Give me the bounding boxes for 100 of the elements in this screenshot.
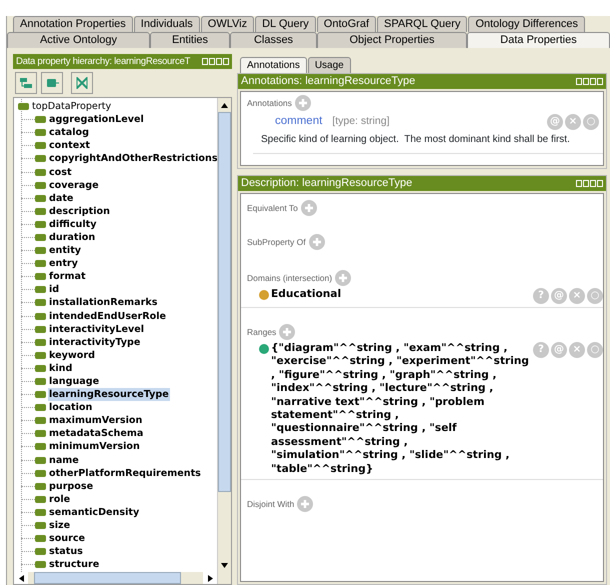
property-icon [35,116,46,124]
property-icon [35,326,46,333]
tree-item[interactable]: otherPlatformRequirements [48,466,202,480]
property-icon [35,129,46,136]
tree-item[interactable]: metadataSchema [48,427,144,440]
property-icon [35,378,46,386]
property-icon [35,299,46,306]
tree-item[interactable]: kind [48,362,74,375]
tree-item[interactable]: size [48,519,72,532]
property-icon [35,194,46,202]
tab[interactable]: Ontology Differences [468,16,585,32]
tree-item[interactable]: format [48,270,87,284]
tab[interactable]: Usage [308,57,351,73]
tree-item[interactable]: coverage [48,178,100,192]
add-sibling-button[interactable] [41,72,63,94]
tab[interactable]: Entities [150,32,230,48]
tree-item[interactable]: description [48,204,111,218]
section-label: Equivalent To [247,202,298,214]
tree-item[interactable]: installationRemarks [48,296,158,310]
tree-item[interactable]: entity [48,244,82,258]
add-button[interactable] [308,234,325,250]
window-controls-icon[interactable] [576,78,603,85]
panel-title: Data property hierarchy: learningResourceT [16,55,190,69]
tree-item[interactable]: source [48,532,86,546]
add-child-icon [19,76,33,90]
tree-item[interactable]: keyword [48,348,96,362]
property-icon [18,103,29,110]
property-icon [35,404,46,412]
property-icon [35,182,46,189]
tree-item[interactable]: structure [48,558,100,572]
tree-item[interactable]: cost [48,166,73,179]
property-link[interactable]: comment [275,113,322,130]
property-icon [35,535,46,542]
tree-item[interactable]: entry [48,257,79,270]
property-icon [35,522,46,530]
tab[interactable]: Active Ontology [7,32,150,48]
section-label: Ranges [247,326,276,338]
window-controls-icon[interactable] [202,58,229,65]
property-icon [35,260,46,268]
tree-item[interactable]: difficulty [48,218,98,231]
delete-icon [75,76,89,90]
tree-item[interactable]: intendedEndUserRole [48,310,168,323]
property-icon [35,496,46,503]
property-icon [35,417,46,424]
tab[interactable]: OntoGraf [316,16,376,32]
tree-item[interactable]: minimumVersion [48,440,141,454]
section-label: Disjoint With [247,498,294,510]
tree-item[interactable]: location [48,401,94,414]
tab[interactable]: Data Properties [467,32,610,48]
add-button[interactable] [297,496,314,512]
annotation-text: Specific kind of learning object. The most dominant kind shall be first. [261,133,571,148]
add-sibling-icon [45,76,59,90]
tree-item[interactable]: role [48,492,72,506]
tab[interactable]: DL Query [255,16,316,32]
add-button[interactable] [279,324,296,340]
property-icon [35,482,46,490]
add-button[interactable] [300,200,317,216]
property-icon [35,443,46,450]
delete-button[interactable] [71,72,93,94]
tree-item[interactable]: purpose [48,480,94,493]
add-button[interactable] [335,270,352,286]
range-text: {"diagram"^^string , "exam"^^string , "exercise"^^string , "experiment"^^string , "figure"^^string , "graph"^^string , "index"^^string , "lecture"^^string , "narrative text"^^string , "problem statement"^^string , "questionnaire"^^string , "self assessment"^^string , "simulation"^^string , "slide"^^string , "table"^^string} [271,342,530,476]
property-icon [35,338,46,346]
tree-item[interactable]: maximumVersion [48,414,144,428]
tree-item[interactable]: name [48,454,80,467]
section-label: SubProperty Of [247,236,306,248]
tree-item[interactable]: language [48,375,100,388]
tab[interactable]: Object Properties [317,32,467,48]
tree-item[interactable]: learningResourceType [48,388,170,402]
tree-item[interactable]: status [48,545,84,558]
tab[interactable]: SPARQL Query [377,16,468,32]
tab[interactable]: Individuals [134,16,200,32]
tree-item[interactable]: semanticDensity [48,506,140,519]
property-icon [35,561,46,568]
property-icon [35,352,46,359]
add-subproperty-button[interactable] [15,72,37,94]
property-icon [35,286,46,294]
window-controls-icon[interactable] [576,180,603,187]
tree-item[interactable]: catalog [48,126,90,140]
tree-item[interactable]: topDataProperty [31,100,112,114]
tab[interactable]: Classes [230,32,317,48]
scrollbar-thumb[interactable] [34,572,181,584]
tree-item[interactable]: copyrightAndOtherRestrictions [48,152,217,166]
add-button[interactable] [294,95,311,111]
tree-item[interactable]: interactivityLevel [48,322,146,336]
property-icon [35,220,46,228]
scrollbar-thumb[interactable] [218,112,231,492]
tree-item[interactable]: duration [48,230,96,244]
tree-item[interactable]: aggregationLevel [48,113,145,126]
property-icon [35,391,46,398]
tab[interactable]: Annotation Properties [13,16,133,32]
domain-text: Educational [271,288,342,302]
tree-item[interactable]: interactivityType [48,336,142,349]
tab[interactable]: OWLViz [200,16,254,32]
tree-item[interactable]: id [48,283,60,296]
property-icon [35,273,46,280]
section-label: Domains (intersection) [247,272,332,284]
tree-item[interactable]: date [48,192,74,205]
tree-item[interactable]: context [48,139,91,152]
tab[interactable]: Annotations [240,57,307,73]
